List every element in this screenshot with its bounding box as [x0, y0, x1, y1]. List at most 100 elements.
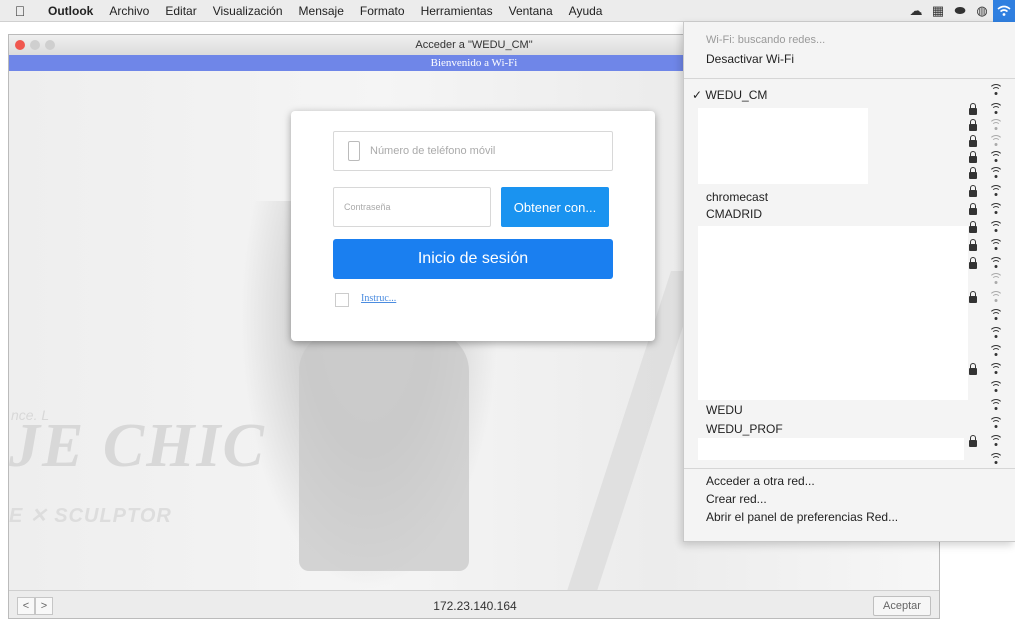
- lock-icon: [969, 202, 977, 215]
- wifi-status-text: Wi-Fi: buscando redes...: [706, 34, 826, 46]
- screen:  Outlook Archivo Editar Visualización M…: [0, 0, 1015, 619]
- signal-row: [957, 307, 1003, 323]
- get-code-button[interactable]: Obtener con...: [501, 187, 609, 227]
- wifi-signal-icon: [989, 167, 1003, 179]
- signal-row: [957, 343, 1003, 359]
- menu-separator: [684, 468, 1015, 469]
- zoom-icon[interactable]: [45, 40, 55, 50]
- signal-row: [957, 271, 1003, 287]
- signal-row: [957, 397, 1003, 413]
- background-figure-jacket: [299, 331, 469, 571]
- lock-icon: [969, 290, 977, 303]
- network-item[interactable]: WEDU_PROF: [706, 422, 783, 436]
- signal-row: [957, 82, 1003, 98]
- create-network-item[interactable]: Crear red...: [706, 492, 767, 506]
- redacted-networks-block: [698, 108, 868, 184]
- signal-row: [957, 133, 1003, 149]
- wifi-signal-icon: [989, 327, 1003, 339]
- signal-row: [957, 165, 1003, 181]
- lock-icon: [969, 134, 977, 147]
- signal-row: [957, 289, 1003, 305]
- menu-ventana[interactable]: Ventana: [501, 4, 561, 18]
- menu-separator: [684, 78, 1015, 79]
- lock-icon: [969, 256, 977, 269]
- close-icon[interactable]: [15, 40, 25, 50]
- lock-icon: [969, 434, 977, 447]
- menu-bar:  Outlook Archivo Editar Visualización M…: [0, 0, 1015, 22]
- background-brand-subtitle: E ✕ SCULPTOR: [9, 505, 172, 527]
- signal-row: [957, 433, 1003, 449]
- window-title: Acceder a "WEDU_CM": [415, 39, 533, 51]
- network-item[interactable]: CMADRID: [706, 207, 762, 221]
- terms-link[interactable]: Instruc...: [361, 293, 396, 304]
- menu-herramientas[interactable]: Herramientas: [413, 4, 501, 18]
- signal-row: [957, 415, 1003, 431]
- phone-field[interactable]: Número de teléfono móvil: [333, 131, 613, 171]
- traffic-lights: [15, 40, 55, 50]
- password-field[interactable]: Contraseña: [333, 187, 491, 227]
- wifi-signal-icon: [989, 239, 1003, 251]
- menu-formato[interactable]: Formato: [352, 4, 413, 18]
- phone-placeholder: Número de teléfono móvil: [370, 145, 496, 157]
- terms-checkbox[interactable]: [335, 293, 349, 307]
- wifi-signal-icon: [989, 381, 1003, 393]
- menu-editar[interactable]: Editar: [157, 4, 204, 18]
- cloud-icon[interactable]: ☁: [905, 0, 927, 22]
- signal-row: [957, 183, 1003, 199]
- signal-row: [957, 219, 1003, 235]
- signal-row: [957, 451, 1003, 467]
- wifi-signal-icon: [989, 151, 1003, 163]
- wifi-signal-icon: [989, 417, 1003, 429]
- join-other-network-item[interactable]: Acceder a otra red...: [706, 474, 815, 488]
- lock-icon: [969, 238, 977, 251]
- phone-icon: [348, 141, 360, 161]
- wifi-signal-icon: [989, 309, 1003, 321]
- apps-icon[interactable]: ▦: [927, 0, 949, 22]
- lock-icon: [969, 166, 977, 179]
- open-network-preferences-item[interactable]: Abrir el panel de preferencias Red...: [706, 510, 898, 524]
- signal-row: [957, 379, 1003, 395]
- wifi-signal-icon: [989, 185, 1003, 197]
- signal-row: [957, 117, 1003, 133]
- menu-ayuda[interactable]: Ayuda: [561, 4, 611, 18]
- wifi-signal-icon: [989, 135, 1003, 147]
- network-current[interactable]: ✓ WEDU_CM: [692, 88, 767, 102]
- menu-outlook[interactable]: Outlook: [40, 4, 101, 18]
- address-label: 172.23.140.164: [433, 599, 517, 613]
- redacted-networks-block: [698, 226, 968, 400]
- menu-visualizacion[interactable]: Visualización: [205, 4, 291, 18]
- signal-row: [957, 361, 1003, 377]
- wifi-signal-icon: [989, 363, 1003, 375]
- apple-icon[interactable]: : [0, 3, 40, 19]
- wifi-signal-icon: [989, 435, 1003, 447]
- wifi-signal-icon: [989, 291, 1003, 303]
- accept-button[interactable]: Aceptar: [873, 596, 931, 616]
- lock-icon: [969, 118, 977, 131]
- login-button[interactable]: Inicio de sesión: [333, 239, 613, 279]
- menu-archivo[interactable]: Archivo: [101, 4, 157, 18]
- status-icons: ☁ ▦ ⬬ ◍: [905, 0, 1015, 22]
- lock-icon: [969, 362, 977, 375]
- wifi-toggle-item[interactable]: Desactivar Wi-Fi: [706, 52, 794, 66]
- signal-row: [957, 237, 1003, 253]
- network-item[interactable]: WEDU: [706, 403, 743, 417]
- wifi-signal-icon: [989, 453, 1003, 465]
- wifi-status-icon[interactable]: [993, 0, 1015, 22]
- wifi-signal-icon: [989, 399, 1003, 411]
- wifi-signal-icon: [989, 84, 1003, 96]
- wifi-signal-icon: [989, 103, 1003, 115]
- wifi-signal-icon: [989, 221, 1003, 233]
- minimize-icon[interactable]: [30, 40, 40, 50]
- redacted-networks-block: [698, 438, 964, 460]
- menu-mensaje[interactable]: Mensaje: [291, 4, 352, 18]
- drive-icon[interactable]: ⬬: [949, 0, 971, 22]
- wifi-signal-icon: [989, 273, 1003, 285]
- globe-icon[interactable]: ◍: [971, 0, 993, 22]
- wifi-signal-icon: [989, 119, 1003, 131]
- lock-icon: [969, 102, 977, 115]
- wifi-signal-icon: [989, 257, 1003, 269]
- lock-icon: [969, 220, 977, 233]
- network-item[interactable]: chromecast: [706, 190, 768, 204]
- lock-icon: [969, 150, 977, 163]
- bottom-toolbar: < > 172.23.140.164 Aceptar: [9, 590, 939, 618]
